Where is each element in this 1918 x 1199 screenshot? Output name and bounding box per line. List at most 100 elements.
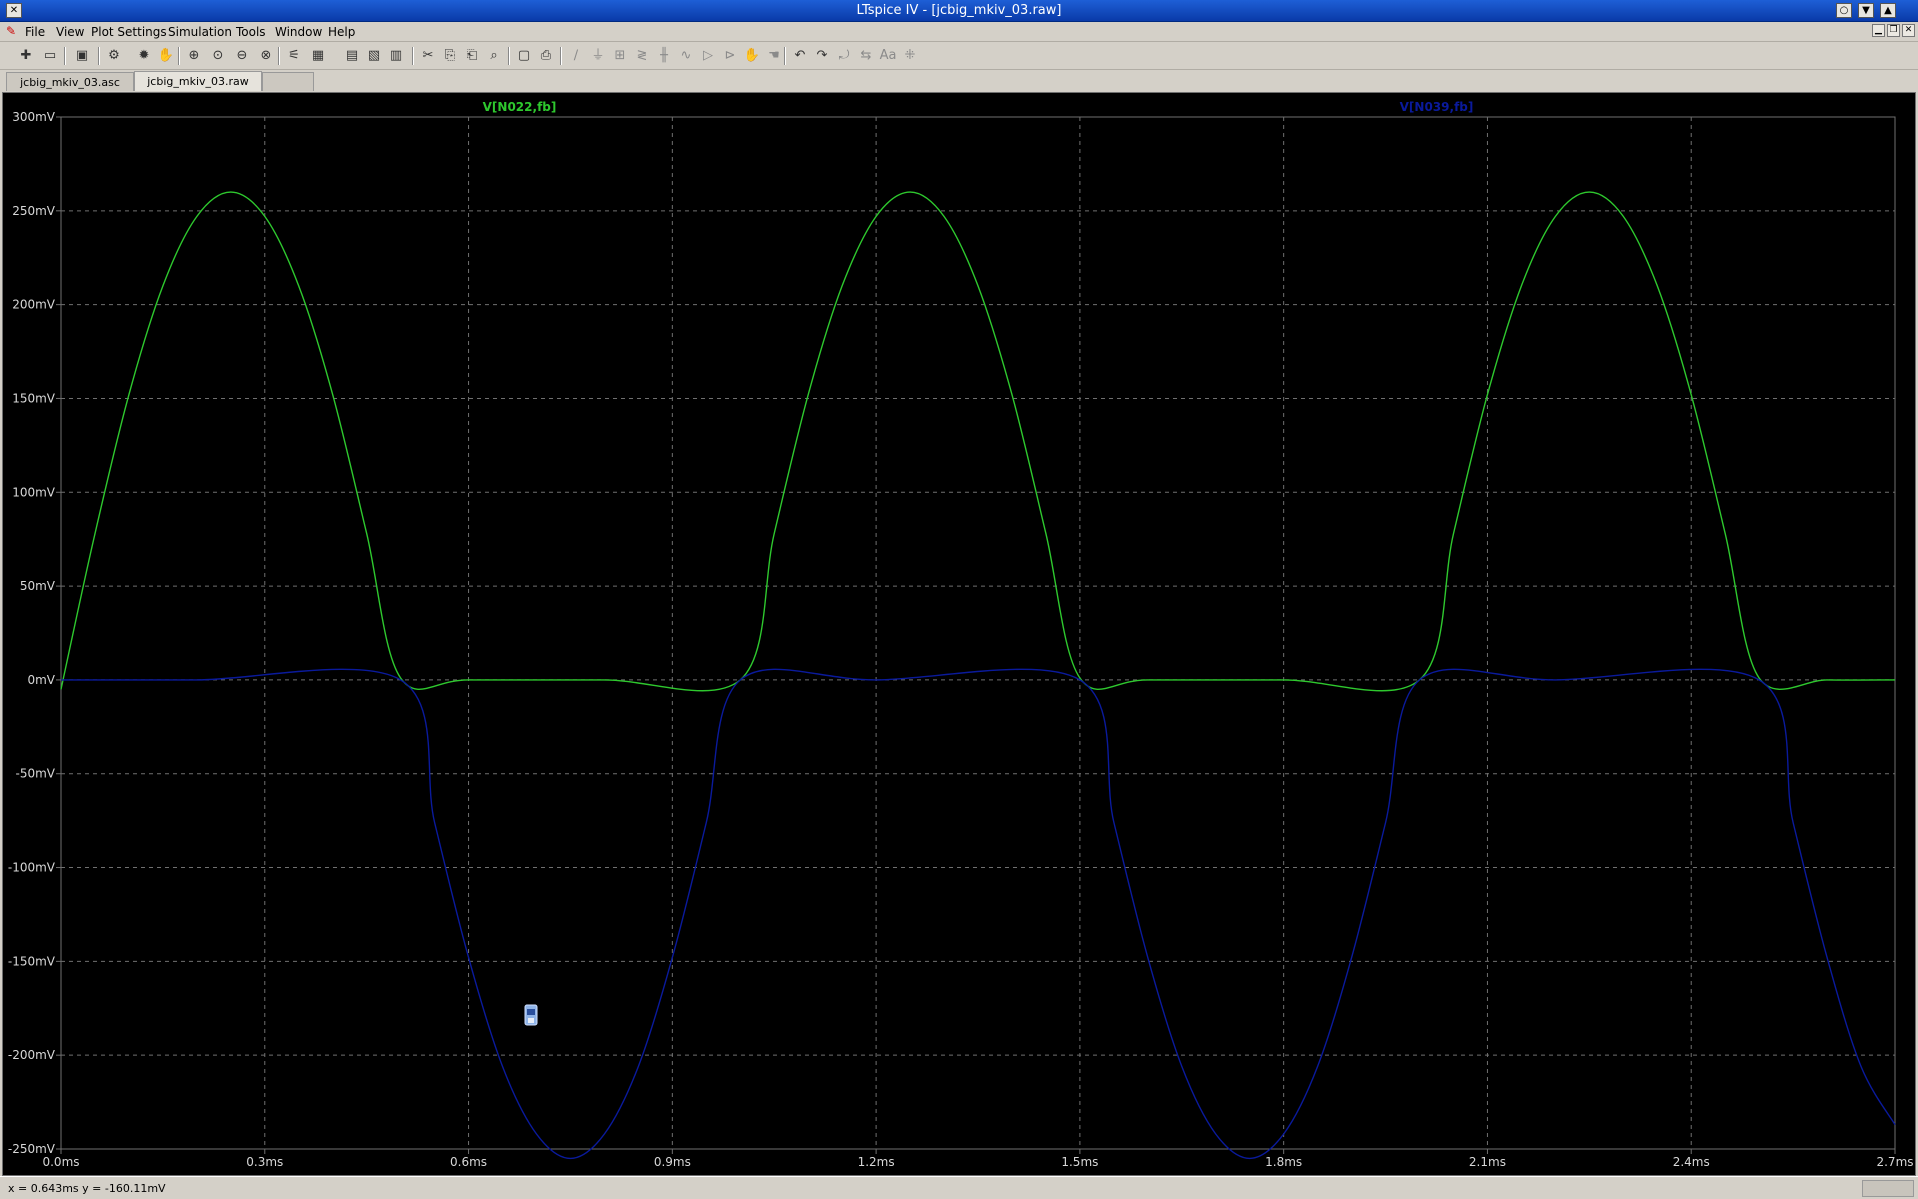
tab-empty[interactable] bbox=[262, 72, 314, 91]
status-bar: x = 0.643ms y = -160.11mV bbox=[0, 1176, 1918, 1199]
toolbar-separator bbox=[560, 47, 562, 65]
paste-icon[interactable]: ⎗ bbox=[462, 46, 482, 66]
y-tick-label: 100mV bbox=[12, 485, 56, 499]
tile-vertical-icon[interactable]: ▥ bbox=[386, 46, 406, 66]
component-icon[interactable]: ⊳ bbox=[720, 46, 740, 66]
toolbar-separator bbox=[178, 47, 180, 65]
toolbar: ✚ ▭ ▣ ⚙ ✹ ✋ ⊕ ⊙ ⊖ ⊗ ⚟ ▦ ▤ ▧ ▥ ✂ ⎘ ⎗ ⌕ ▢ ⎙ ∕ ⏚ ⊞ ≷ ╫ ∿ ▷ ⊳ ✋ ☚ ↶ ↷ ⤾ ⇆ Aa ⁜ bbox=[0, 42, 1918, 70]
capacitor-icon[interactable]: ╫ bbox=[654, 46, 674, 66]
drag-icon[interactable]: ☚ bbox=[764, 46, 784, 66]
toolbar-separator bbox=[278, 47, 280, 65]
y-tick-label: -100mV bbox=[8, 861, 56, 875]
x-tick-label: 0.0ms bbox=[42, 1155, 79, 1169]
label-icon[interactable]: ⊞ bbox=[610, 46, 630, 66]
spice-directive-icon[interactable]: ⁜ bbox=[900, 46, 920, 66]
plot-frame bbox=[60, 116, 1896, 1150]
mdi-restore-icon[interactable]: ❐ bbox=[1887, 24, 1900, 37]
autorange-icon[interactable]: ⚟ bbox=[284, 46, 304, 66]
text-icon[interactable]: Aa bbox=[878, 46, 898, 66]
toolbar-separator bbox=[98, 47, 100, 65]
print-icon[interactable]: ⎙ bbox=[536, 46, 556, 66]
zoom-cancel-icon[interactable]: ⊗ bbox=[256, 46, 276, 66]
mdi-minimize-icon[interactable]: ▁ bbox=[1872, 24, 1885, 37]
toolbar-separator bbox=[784, 47, 786, 65]
cursor-readout: x = 0.643ms y = -160.11mV bbox=[8, 1182, 166, 1195]
save-icon[interactable]: ▣ bbox=[72, 46, 92, 66]
x-tick-label: 1.2ms bbox=[858, 1155, 895, 1169]
open-icon[interactable]: ▭ bbox=[40, 46, 60, 66]
copy-icon[interactable]: ⎘ bbox=[440, 46, 460, 66]
zoom-full-icon[interactable]: ⊙ bbox=[208, 46, 228, 66]
menu-view[interactable]: View bbox=[56, 25, 84, 39]
toolbar-separator bbox=[508, 47, 510, 65]
y-tick-label: 200mV bbox=[12, 298, 56, 312]
undo-icon[interactable]: ↶ bbox=[790, 46, 810, 66]
app-icon[interactable]: ✎ bbox=[6, 25, 18, 38]
tile-horizontal-icon[interactable]: ▤ bbox=[342, 46, 362, 66]
menu-help[interactable]: Help bbox=[328, 25, 355, 39]
mirror-icon[interactable]: ⇆ bbox=[856, 46, 876, 66]
menu-simulation[interactable]: Simulation bbox=[168, 25, 232, 39]
y-tick-label: -200mV bbox=[8, 1048, 56, 1062]
run-icon[interactable]: ✹ bbox=[134, 46, 154, 66]
status-grip bbox=[1862, 1180, 1914, 1197]
trace-label-1: V[N022,fb] bbox=[483, 100, 557, 114]
diode-icon[interactable]: ▷ bbox=[698, 46, 718, 66]
menu-tools[interactable]: Tools bbox=[236, 25, 266, 39]
waveform-plot[interactable]: 0.0ms 0.3ms 0.6ms 0.9ms 1.2ms 1.5ms 1.8ms 2.1ms… bbox=[3, 93, 1917, 1177]
mdi-close-icon[interactable]: ✕ bbox=[1902, 24, 1915, 37]
inductor-icon[interactable]: ∿ bbox=[676, 46, 696, 66]
trace-1 bbox=[60, 191, 1896, 692]
control-panel-icon[interactable]: ⚙ bbox=[104, 46, 124, 66]
cut-icon[interactable]: ✂ bbox=[418, 46, 438, 66]
x-tick-label: 2.1ms bbox=[1469, 1155, 1506, 1169]
halt-icon[interactable]: ✋ bbox=[156, 46, 176, 66]
zoom-in-icon[interactable]: ⊕ bbox=[184, 46, 204, 66]
wire-icon[interactable]: ∕ bbox=[566, 46, 586, 66]
waveform-viewer[interactable]: 0.0ms 0.3ms 0.6ms 0.9ms 1.2ms 1.5ms 1.8ms 2.1ms… bbox=[2, 92, 1916, 1176]
x-tick-label: 0.3ms bbox=[246, 1155, 283, 1169]
menubar: ✎ File View Plot Settings Simulation Too… bbox=[0, 22, 1918, 42]
window-menu-icon[interactable]: ▼ bbox=[1858, 3, 1874, 18]
resistor-icon[interactable]: ≷ bbox=[632, 46, 652, 66]
x-tick-label: 2.7ms bbox=[1876, 1155, 1913, 1169]
grid-icon[interactable]: ▦ bbox=[308, 46, 328, 66]
y-tick-label: -50mV bbox=[16, 767, 56, 781]
tab-waveform[interactable]: jcbig_mkiv_03.raw bbox=[134, 71, 262, 91]
toolbar-separator bbox=[64, 47, 66, 65]
document-tabs: jcbig_mkiv_03.asc jcbig_mkiv_03.raw bbox=[0, 70, 1918, 92]
cascade-icon[interactable]: ▧ bbox=[364, 46, 384, 66]
rotate-icon[interactable]: ⤾ bbox=[834, 46, 854, 66]
tab-schematic[interactable]: jcbig_mkiv_03.asc bbox=[6, 72, 134, 91]
x-tick-label: 1.8ms bbox=[1265, 1155, 1302, 1169]
menu-file[interactable]: File bbox=[25, 25, 45, 39]
x-tick-label: 0.9ms bbox=[654, 1155, 691, 1169]
redo-icon[interactable]: ↷ bbox=[812, 46, 832, 66]
toolbar-separator bbox=[412, 47, 414, 65]
y-tick-label: -150mV bbox=[8, 954, 56, 968]
window-titlebar[interactable]: ✕ LTspice IV - [jcbig_mkiv_03.raw] ○ ▼ ▲ bbox=[0, 0, 1918, 22]
restore-window-icon[interactable]: ○ bbox=[1836, 3, 1852, 18]
probe-cursor-icon bbox=[524, 1004, 538, 1026]
x-tick-label: 1.5ms bbox=[1061, 1155, 1098, 1169]
menu-plot-settings[interactable]: Plot Settings bbox=[91, 25, 167, 39]
trace-2 bbox=[61, 668, 1896, 1160]
x-tick-label: 2.4ms bbox=[1673, 1155, 1710, 1169]
window-title: LTspice IV - [jcbig_mkiv_03.raw] bbox=[856, 3, 1062, 18]
y-tick-label: 150mV bbox=[12, 391, 56, 405]
find-icon[interactable]: ⌕ bbox=[484, 46, 504, 66]
new-schematic-icon[interactable]: ✚ bbox=[16, 46, 36, 66]
y-tick-label: 250mV bbox=[12, 204, 56, 218]
print-setup-icon[interactable]: ▢ bbox=[514, 46, 534, 66]
minimize-window-icon[interactable]: ▲ bbox=[1880, 3, 1896, 18]
y-tick-label: -250mV bbox=[8, 1142, 56, 1156]
trace-label-2: V[N039,fb] bbox=[1400, 100, 1474, 114]
x-tick-label: 0.6ms bbox=[450, 1155, 487, 1169]
y-tick-label: 0mV bbox=[27, 673, 55, 687]
y-tick-label: 300mV bbox=[12, 110, 56, 124]
y-tick-label: 50mV bbox=[20, 579, 56, 593]
move-icon[interactable]: ✋ bbox=[742, 46, 762, 66]
zoom-back-icon[interactable]: ⊖ bbox=[232, 46, 252, 66]
menu-window[interactable]: Window bbox=[275, 25, 322, 39]
ground-icon[interactable]: ⏚ bbox=[588, 46, 608, 66]
